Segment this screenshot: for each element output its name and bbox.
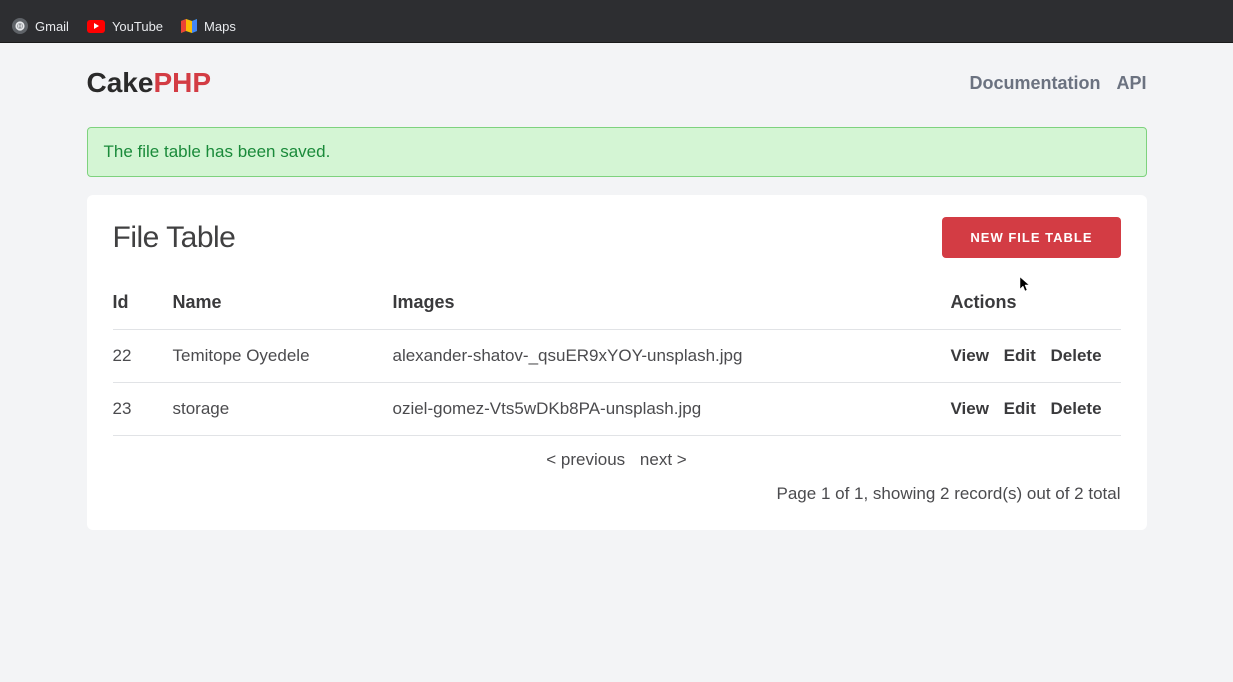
file-table-card: File Table NEW FILE TABLE Id Name Images… (87, 195, 1147, 530)
edit-link[interactable]: Edit (1004, 399, 1036, 418)
flash-success: The file table has been saved. (87, 127, 1147, 177)
bookmark-label: Maps (204, 19, 236, 34)
cell-images: oziel-gomez-Vts5wDKb8PA-unsplash.jpg (393, 383, 951, 436)
youtube-icon (87, 20, 105, 33)
nav-api[interactable]: API (1116, 73, 1146, 94)
flash-message: The file table has been saved. (104, 142, 331, 161)
col-header-name[interactable]: Name (173, 280, 393, 330)
cell-name: Temitope Oyedele (173, 330, 393, 383)
col-header-images[interactable]: Images (393, 280, 951, 330)
new-file-table-button[interactable]: NEW FILE TABLE (942, 217, 1120, 258)
brand-part2: PHP (153, 67, 211, 98)
page-title: File Table (113, 221, 236, 255)
pagination-summary: Page 1 of 1, showing 2 record(s) out of … (113, 484, 1121, 504)
nav-documentation[interactable]: Documentation (969, 73, 1100, 94)
col-header-actions: Actions (951, 280, 1121, 330)
bookmark-label: YouTube (112, 19, 163, 34)
globe-icon (12, 18, 28, 34)
cell-name: storage (173, 383, 393, 436)
brand-part1: Cake (87, 67, 154, 98)
file-table: Id Name Images Actions 22 Temitope Oyede… (113, 280, 1121, 436)
header-nav: Documentation API (969, 73, 1146, 94)
pagination: < previous next > (113, 436, 1121, 476)
bookmark-label: Gmail (35, 19, 69, 34)
bookmarks-bar: Gmail YouTube Maps (0, 10, 1233, 43)
maps-icon (181, 18, 197, 34)
bookmark-maps[interactable]: Maps (181, 18, 236, 34)
bookmark-gmail[interactable]: Gmail (12, 18, 69, 34)
pagination-previous[interactable]: < previous (546, 450, 625, 469)
view-link[interactable]: View (951, 399, 989, 418)
delete-link[interactable]: Delete (1051, 346, 1102, 365)
brand-logo[interactable]: CakePHP (87, 67, 212, 99)
col-header-id[interactable]: Id (113, 280, 173, 330)
bookmark-youtube[interactable]: YouTube (87, 19, 163, 34)
view-link[interactable]: View (951, 346, 989, 365)
pagination-next[interactable]: next > (640, 450, 687, 469)
cell-id: 22 (113, 330, 173, 383)
table-row: 23 storage oziel-gomez-Vts5wDKb8PA-unspl… (113, 383, 1121, 436)
site-header: CakePHP Documentation API (87, 43, 1147, 127)
edit-link[interactable]: Edit (1004, 346, 1036, 365)
table-row: 22 Temitope Oyedele alexander-shatov-_qs… (113, 330, 1121, 383)
cell-id: 23 (113, 383, 173, 436)
cell-images: alexander-shatov-_qsuER9xYOY-unsplash.jp… (393, 330, 951, 383)
delete-link[interactable]: Delete (1051, 399, 1102, 418)
